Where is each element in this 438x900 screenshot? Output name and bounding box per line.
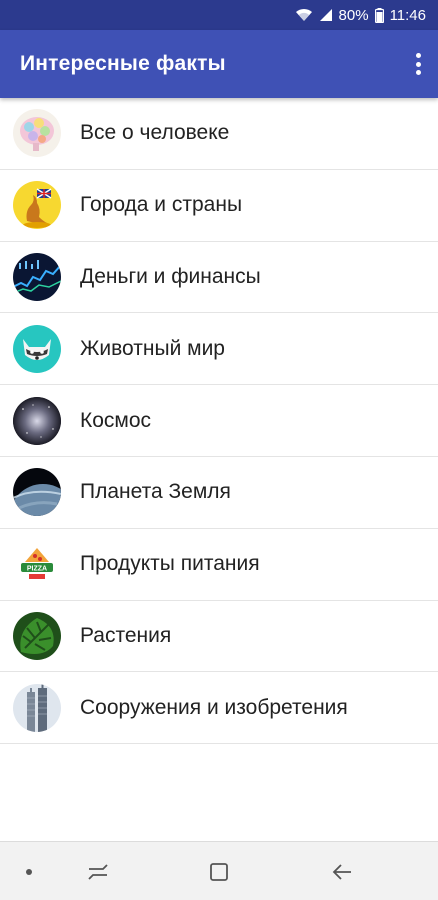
item-label: Животный мир bbox=[80, 336, 225, 360]
raccoon-icon bbox=[13, 324, 61, 373]
status-bar: 80% 11:46 bbox=[0, 0, 438, 30]
battery-icon bbox=[374, 7, 384, 23]
item-label: Деньги и финансы bbox=[80, 264, 261, 288]
home-icon[interactable] bbox=[199, 842, 239, 900]
list-item[interactable]: Деньги и финансы bbox=[0, 242, 438, 314]
kangaroo-australia-icon bbox=[13, 181, 61, 230]
category-list: Все о человеке Города и страны Деньги и bbox=[0, 98, 438, 745]
battery-percent: 80% bbox=[338, 6, 369, 24]
item-label: Все о человеке bbox=[80, 121, 230, 145]
back-icon[interactable] bbox=[322, 842, 362, 900]
brain-icon bbox=[13, 109, 61, 158]
pizza-icon: PIZZA bbox=[13, 540, 61, 589]
skyscraper-icon bbox=[13, 683, 61, 732]
list-item[interactable]: Сооружения и изобретения bbox=[0, 672, 438, 745]
svg-text:PIZZA: PIZZA bbox=[27, 566, 47, 573]
status-time: 11:46 bbox=[389, 6, 426, 24]
item-label: Сооружения и изобретения bbox=[80, 695, 348, 719]
item-label: Растения bbox=[80, 623, 172, 647]
list-item[interactable]: Планета Земля bbox=[0, 457, 438, 529]
signal-icon bbox=[319, 8, 333, 22]
item-label: Продукты питания bbox=[80, 552, 260, 576]
earth-icon bbox=[13, 468, 61, 517]
item-label: Космос bbox=[80, 408, 152, 432]
recent-apps-icon[interactable] bbox=[78, 842, 118, 900]
list-item[interactable]: Растения bbox=[0, 601, 438, 673]
navigation-bar bbox=[0, 841, 438, 900]
monstera-leaf-icon bbox=[13, 611, 61, 660]
stock-chart-icon bbox=[13, 252, 61, 301]
app-title: Интересные факты bbox=[20, 52, 226, 75]
list-item[interactable]: Животный мир bbox=[0, 313, 438, 386]
list-item[interactable]: Космос bbox=[0, 385, 438, 457]
list-item[interactable]: Все о человеке bbox=[0, 98, 438, 170]
overflow-menu-icon[interactable] bbox=[412, 50, 424, 78]
galaxy-icon bbox=[13, 396, 61, 445]
item-label: Города и страны bbox=[80, 193, 243, 217]
item-label: Планета Земля bbox=[80, 480, 231, 504]
app-bar: Интересные факты bbox=[0, 30, 438, 98]
list-item[interactable]: Города и страны bbox=[0, 170, 438, 242]
wifi-icon bbox=[295, 8, 313, 22]
dot-icon[interactable] bbox=[14, 842, 44, 900]
list-item[interactable]: PIZZA Продукты питания bbox=[0, 529, 438, 601]
